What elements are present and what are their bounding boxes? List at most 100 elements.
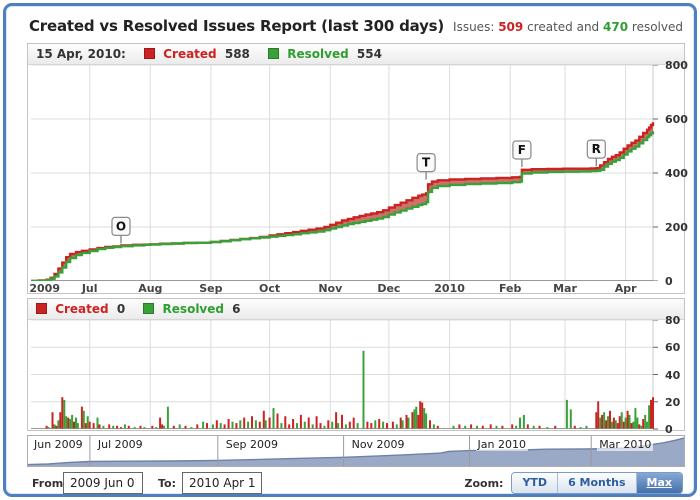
to-date-input[interactable] <box>182 472 262 494</box>
resolved-bar <box>219 423 222 429</box>
created-swatch-icon <box>144 48 156 59</box>
resolved-bar <box>632 421 635 429</box>
zoom-button-max[interactable]: Max <box>636 473 682 493</box>
resolved-bar <box>476 425 478 429</box>
zoom-button-group: YTD 6 Months Max <box>511 472 683 494</box>
created-bar <box>348 421 351 429</box>
resolved-bar <box>356 423 359 429</box>
created-bar <box>120 427 122 429</box>
resolved-bar <box>311 424 314 429</box>
resolved-bar <box>96 417 99 429</box>
y-axis-label: 400 <box>665 167 688 180</box>
resolved-bar <box>53 424 56 429</box>
created-bar <box>67 417 70 429</box>
created-bar <box>470 424 473 429</box>
created-bar <box>489 424 492 429</box>
svg-text:O: O <box>116 219 126 233</box>
created-bar <box>405 414 408 429</box>
daily-bars[interactable] <box>45 350 654 429</box>
resolved-series-line[interactable] <box>31 131 655 281</box>
y-axis-label: 800 <box>665 59 688 72</box>
zoom-button-6months[interactable]: 6 Months <box>558 473 637 493</box>
created-bar <box>251 416 253 429</box>
resolved-bar <box>425 413 428 429</box>
timeline-navigator[interactable]: Jun 2009 Jul 2009 Sep 2009 Nov 2009 Jan 2010… <box>27 435 685 467</box>
created-bar <box>161 424 164 429</box>
resolved-bar <box>163 425 165 429</box>
resolved-bar <box>646 421 649 429</box>
created-bar <box>319 423 322 429</box>
created-bar <box>411 412 414 429</box>
x-axis-label: Jul <box>81 282 98 295</box>
created-bar <box>601 414 604 429</box>
created-bar <box>366 421 369 429</box>
resolved-bar <box>407 417 410 429</box>
resolved-bar <box>382 421 385 429</box>
created-bar <box>59 412 62 429</box>
created-bar <box>61 397 64 429</box>
created-resolved-band <box>31 122 653 281</box>
created-bar <box>526 424 529 429</box>
daily-legend-resolved-label: Resolved <box>162 302 224 316</box>
created-bar <box>73 421 75 429</box>
daily-legend-resolved-value: 6 <box>232 302 241 316</box>
page-title: Created vs Resolved Issues Report (last … <box>29 17 445 35</box>
resolved-bar <box>63 399 66 429</box>
created-series-line[interactable] <box>31 122 655 281</box>
from-date-input[interactable] <box>63 472 143 494</box>
navigator-month-label: Jan 2010 <box>475 438 528 451</box>
created-bar <box>399 417 402 429</box>
created-bar <box>612 417 615 429</box>
y-axis-label: 0 <box>665 275 673 288</box>
svg-text:F: F <box>518 143 526 157</box>
created-bar <box>573 425 576 429</box>
x-axis-label: Aug <box>138 282 163 295</box>
created-bar <box>51 412 54 429</box>
flag-marker-r[interactable]: R <box>586 139 606 167</box>
resolved-bar <box>579 427 582 429</box>
resolved-bar <box>254 420 257 429</box>
created-bar <box>223 424 226 429</box>
y-axis-label: 40 <box>665 368 681 382</box>
main-chart-plot[interactable]: O T F R <box>31 65 661 281</box>
navigator-month-label: Jul 2009 <box>95 438 145 451</box>
created-bar <box>327 420 330 429</box>
resolved-bar <box>607 416 609 429</box>
resolved-bar <box>640 425 643 429</box>
x-axis-label: 2010 <box>434 282 465 295</box>
created-bar <box>92 423 95 429</box>
resolved-bar <box>166 406 169 429</box>
daily-chart-plot[interactable] <box>31 320 661 430</box>
flag-marker-f[interactable]: F <box>512 140 532 167</box>
y-axis-label: 20 <box>665 395 681 409</box>
created-bar <box>436 425 439 429</box>
resolved-bar <box>401 420 404 429</box>
legend-created-label: Created <box>163 47 217 61</box>
svg-text:T: T <box>422 156 431 170</box>
created-bar <box>352 417 355 429</box>
resolved-bar <box>515 425 518 429</box>
created-bar <box>151 425 154 429</box>
created-bar <box>511 424 514 429</box>
legend-resolved-label: Resolved <box>287 47 349 61</box>
daily-chart-legend: Created 0 Resolved 6 <box>28 299 684 320</box>
x-axis-label: Nov <box>318 282 343 295</box>
resolved-bar <box>190 427 193 429</box>
resolved-bar <box>331 421 334 429</box>
y-axis-label: 80 <box>665 314 681 327</box>
flag-marker-t[interactable]: T <box>416 152 436 180</box>
created-bar <box>597 401 600 429</box>
created-bar <box>650 399 652 429</box>
created-bar <box>341 414 343 429</box>
created-bar <box>127 425 130 429</box>
created-bar <box>421 402 424 429</box>
created-bar <box>235 423 238 429</box>
created-bar <box>88 421 91 429</box>
resolved-bar <box>272 408 275 429</box>
resolved-bar <box>644 414 647 429</box>
zoom-button-ytd[interactable]: YTD <box>512 473 559 493</box>
flag-marker-o[interactable]: O <box>111 216 131 244</box>
resolved-bar <box>82 410 85 429</box>
created-bar <box>268 417 271 429</box>
resolved-bar <box>603 412 606 429</box>
